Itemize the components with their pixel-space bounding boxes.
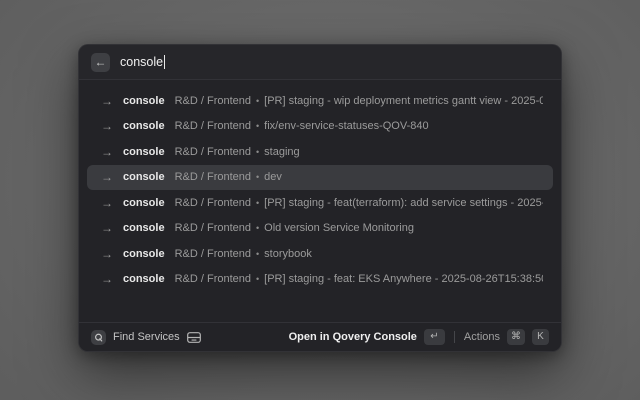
result-description: R&D / Frontend•fix/env-service-statuses-… bbox=[175, 120, 429, 132]
result-label: console bbox=[123, 171, 165, 183]
result-label: console bbox=[123, 197, 165, 209]
result-description: R&D / Frontend•storybook bbox=[175, 248, 312, 260]
result-description: R&D / Frontend•dev bbox=[175, 171, 282, 183]
text-cursor bbox=[164, 55, 165, 69]
result-label: console bbox=[123, 273, 165, 285]
result-description: R&D / Frontend•staging bbox=[175, 146, 300, 158]
bullet-separator: • bbox=[256, 147, 259, 157]
arrow-right-icon: → bbox=[101, 197, 113, 209]
result-description: R&D / Frontend•[PR] staging - feat: EKS … bbox=[175, 273, 543, 285]
enter-key-badge: ↵ bbox=[424, 329, 445, 345]
actions-menu-trigger[interactable]: Actions bbox=[464, 331, 500, 343]
command-key-badge: ⌘ bbox=[507, 329, 525, 345]
command-palette: ← console → console R&D / Frontend•[PR] … bbox=[78, 44, 562, 352]
arrow-right-icon: → bbox=[101, 146, 113, 158]
result-label: console bbox=[123, 120, 165, 132]
arrow-right-icon: → bbox=[101, 273, 113, 285]
back-arrow-icon: ← bbox=[95, 56, 107, 68]
bullet-separator: • bbox=[256, 249, 259, 259]
k-key-badge: K bbox=[532, 329, 549, 345]
enter-key-icon: ↵ bbox=[430, 332, 438, 342]
arrow-right-icon: → bbox=[101, 95, 113, 107]
keyboard-icon bbox=[187, 332, 201, 343]
list-item[interactable]: → console R&D / Frontend•[PR] staging - … bbox=[87, 88, 553, 114]
list-item[interactable]: → console R&D / Frontend•[PR] staging - … bbox=[87, 267, 553, 293]
arrow-right-icon: → bbox=[101, 171, 113, 183]
arrow-right-icon: → bbox=[101, 222, 113, 234]
bullet-separator: • bbox=[256, 198, 259, 208]
bullet-separator: • bbox=[256, 274, 259, 284]
bullet-separator: • bbox=[256, 172, 259, 182]
arrow-right-icon: → bbox=[101, 248, 113, 260]
bullet-separator: • bbox=[256, 121, 259, 131]
arrow-right-icon: → bbox=[101, 120, 113, 132]
find-services-label[interactable]: Find Services bbox=[113, 331, 180, 343]
search-bar: ← console bbox=[79, 45, 561, 80]
list-item[interactable]: → console R&D / Frontend•fix/env-service… bbox=[87, 114, 553, 140]
bullet-separator: • bbox=[256, 223, 259, 233]
list-item[interactable]: → console R&D / Frontend•storybook bbox=[87, 241, 553, 267]
result-description: R&D / Frontend•[PR] staging - feat(terra… bbox=[175, 197, 543, 209]
result-label: console bbox=[123, 248, 165, 260]
list-item[interactable]: → console R&D / Frontend•Old version Ser… bbox=[87, 216, 553, 242]
result-description: R&D / Frontend•Old version Service Monit… bbox=[175, 222, 414, 234]
result-label: console bbox=[123, 95, 165, 107]
list-item[interactable]: → console R&D / Frontend•dev bbox=[87, 165, 553, 191]
result-label: console bbox=[123, 222, 165, 234]
back-button[interactable]: ← bbox=[91, 53, 110, 72]
result-label: console bbox=[123, 146, 165, 158]
search-input-value: console bbox=[120, 55, 163, 69]
bullet-separator: • bbox=[256, 96, 259, 106]
qovery-logo-icon bbox=[91, 330, 106, 345]
footer-bar: Find Services Open in Qovery Console ↵ A… bbox=[79, 322, 561, 351]
list-item[interactable]: → console R&D / Frontend•[PR] staging - … bbox=[87, 190, 553, 216]
search-input[interactable]: console bbox=[120, 55, 165, 69]
results-list: → console R&D / Frontend•[PR] staging - … bbox=[79, 80, 561, 322]
result-description: R&D / Frontend•[PR] staging - wip deploy… bbox=[175, 95, 543, 107]
list-item[interactable]: → console R&D / Frontend•staging bbox=[87, 139, 553, 165]
footer-divider bbox=[454, 331, 455, 343]
open-in-console-action[interactable]: Open in Qovery Console bbox=[289, 331, 417, 343]
